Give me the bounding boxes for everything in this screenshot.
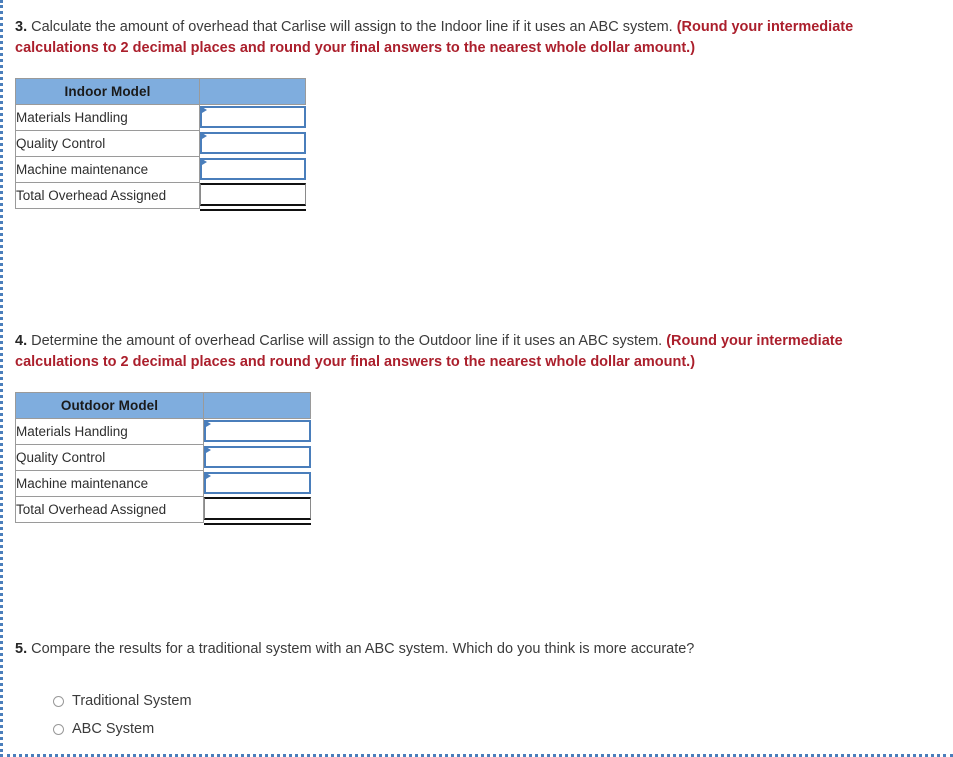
- worksheet-page: 3. Calculate the amount of overhead that…: [0, 0, 953, 757]
- outdoor-model-header-blank: [203, 392, 311, 419]
- question-5: 5. Compare the results for a traditional…: [15, 639, 920, 660]
- total-double-rule: [204, 522, 311, 525]
- table-header-row: Indoor Model: [15, 78, 306, 105]
- table-row: Quality Control: [15, 130, 306, 157]
- row-label-total-overhead-assigned: Total Overhead Assigned: [15, 496, 204, 523]
- answer-options-group: Traditional System ABC System: [53, 688, 192, 744]
- indoor-quality-control-cell: [200, 131, 306, 157]
- outdoor-materials-handling-cell: [204, 419, 311, 445]
- row-label-machine-maintenance: Machine maintenance: [15, 156, 200, 183]
- table-row: Materials Handling: [15, 104, 306, 131]
- outdoor-machine-maintenance-cell: [204, 471, 311, 497]
- indoor-materials-handling-cell: [200, 105, 306, 131]
- question-4-number: 4.: [15, 333, 28, 349]
- indoor-total-overhead-input[interactable]: [200, 182, 306, 206]
- option-label-traditional-system: Traditional System: [72, 693, 192, 709]
- outdoor-model-header: Outdoor Model: [15, 392, 204, 419]
- outdoor-quality-control-cell: [204, 445, 311, 471]
- indoor-materials-handling-input[interactable]: [200, 106, 306, 129]
- indoor-machine-maintenance-input[interactable]: [200, 158, 306, 180]
- table-row: Machine maintenance: [15, 156, 306, 183]
- question-4: 4. Determine the amount of overhead Carl…: [15, 331, 920, 373]
- row-label-quality-control: Quality Control: [15, 444, 204, 471]
- table-header-row: Outdoor Model: [15, 392, 311, 419]
- indoor-machine-maintenance-cell: [200, 157, 306, 183]
- indoor-model-header: Indoor Model: [15, 78, 200, 105]
- question-3: 3. Calculate the amount of overhead that…: [15, 17, 920, 59]
- table-row: Quality Control: [15, 444, 311, 471]
- row-label-total-overhead-assigned: Total Overhead Assigned: [15, 182, 200, 209]
- table-row-total: Total Overhead Assigned: [15, 496, 311, 525]
- outdoor-total-overhead-input[interactable]: [204, 496, 311, 520]
- outdoor-model-table: Outdoor Model Materials Handling Quality…: [15, 392, 311, 525]
- question-3-text: Calculate the amount of overhead that Ca…: [31, 19, 673, 35]
- question-5-text: Compare the results for a traditional sy…: [31, 641, 695, 657]
- row-label-materials-handling: Materials Handling: [15, 104, 200, 131]
- outdoor-machine-maintenance-input[interactable]: [204, 472, 311, 494]
- outdoor-materials-handling-input[interactable]: [204, 420, 311, 443]
- radio-button-icon[interactable]: [53, 723, 64, 735]
- row-label-machine-maintenance: Machine maintenance: [15, 470, 204, 497]
- outdoor-total-overhead-cell: [204, 496, 311, 525]
- indoor-model-header-blank: [199, 78, 306, 105]
- option-label-abc-system: ABC System: [72, 721, 155, 737]
- indoor-quality-control-input[interactable]: [200, 132, 306, 154]
- question-3-number: 3.: [15, 19, 28, 35]
- table-row-total: Total Overhead Assigned: [15, 182, 306, 211]
- option-traditional-system[interactable]: Traditional System: [53, 688, 192, 714]
- table-row: Machine maintenance: [15, 470, 311, 497]
- radio-button-icon[interactable]: [53, 695, 64, 707]
- table-row: Materials Handling: [15, 418, 311, 445]
- indoor-total-overhead-cell: [200, 182, 306, 211]
- outdoor-quality-control-input[interactable]: [204, 446, 311, 468]
- total-double-rule: [200, 208, 306, 211]
- row-label-materials-handling: Materials Handling: [15, 418, 204, 445]
- option-abc-system[interactable]: ABC System: [53, 716, 192, 742]
- question-4-text: Determine the amount of overhead Carlise…: [31, 333, 663, 349]
- indoor-model-table: Indoor Model Materials Handling Quality …: [15, 78, 306, 211]
- question-5-number: 5.: [15, 641, 28, 657]
- row-label-quality-control: Quality Control: [15, 130, 200, 157]
